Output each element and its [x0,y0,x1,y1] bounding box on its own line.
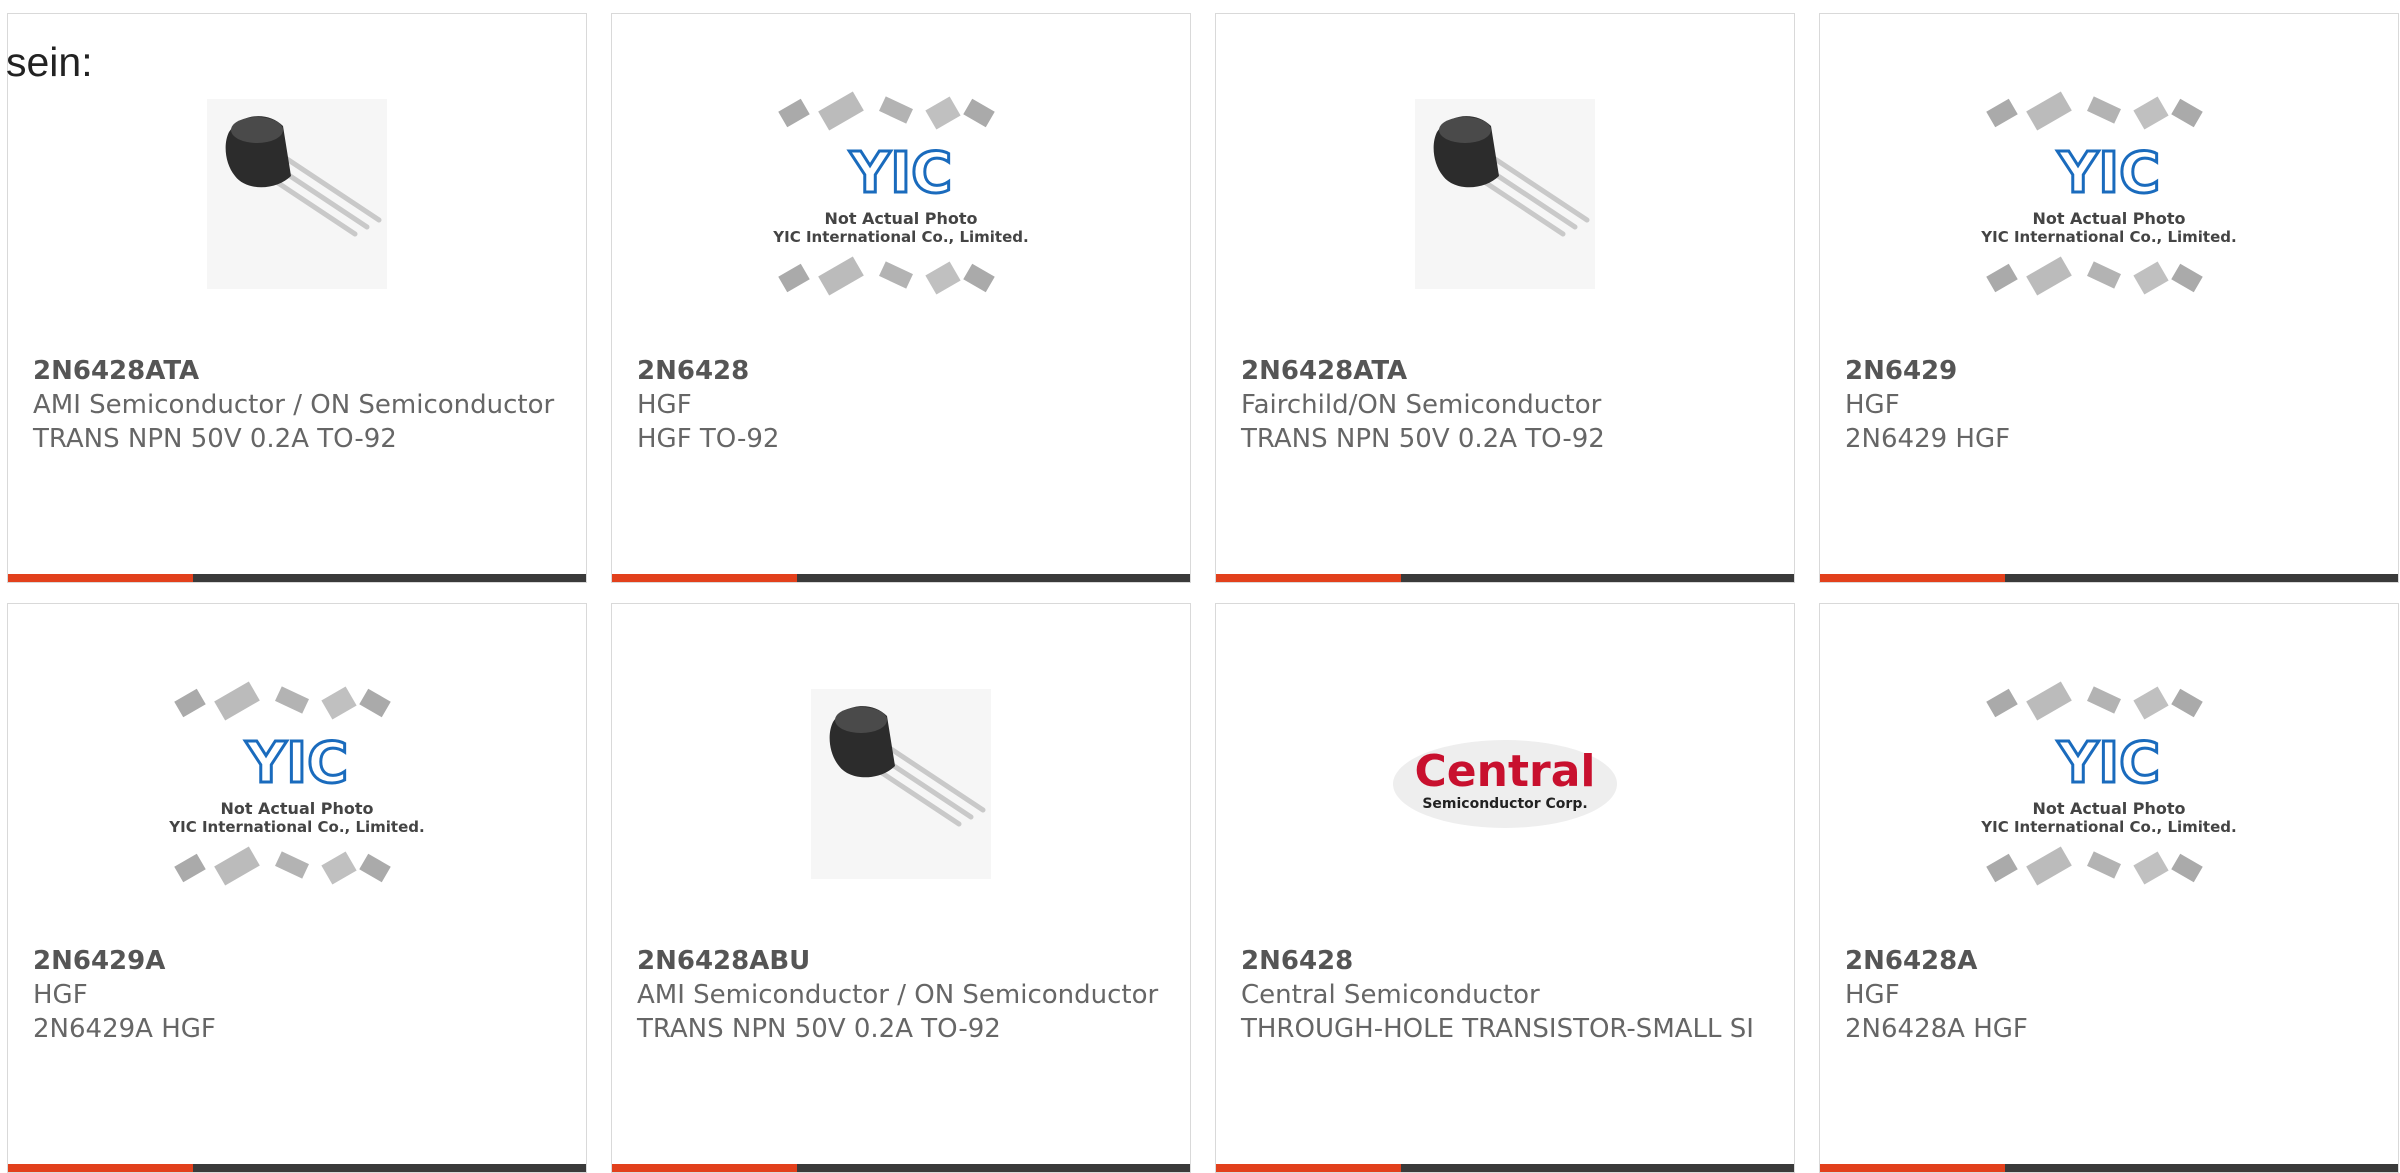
svg-text:Not Actual Photo: Not Actual Photo [220,799,373,818]
description: TRANS NPN 50V 0.2A TO-92 [33,424,397,454]
product-card[interactable]: 2N6428ABU AMI Semiconductor / ON Semicond… [611,603,1191,1173]
yic-placeholder-image: YIC Not Actual PhotoYIC International Co.… [1980,91,2237,296]
svg-text:Central: Central [1415,746,1596,797]
svg-text:Not Actual Photo: Not Actual Photo [2032,209,2185,228]
product-card[interactable]: 2N6428ATA AMI Semiconductor / ON Semicond… [7,13,587,583]
transistor-icon [207,99,387,289]
description: TRANS NPN 50V 0.2A TO-92 [637,1014,1001,1044]
part-number[interactable]: 2N6428 [637,354,1165,388]
product-image[interactable] [157,74,437,314]
part-number[interactable]: 2N6428ATA [33,354,561,388]
intro-text: sein: [6,39,93,85]
product-image[interactable]: YIC Not Actual Photo YIC International Co.… [761,74,1041,314]
manufacturer: Central Semiconductor [1241,980,1540,1010]
card-accent-bar [1216,1164,1794,1172]
description: TRANS NPN 50V 0.2A TO-92 [1241,424,1605,454]
card-accent-bar [1820,574,2398,582]
svg-text:YIC: YIC [2057,141,2160,206]
svg-text:YIC International Co., Limited: YIC International Co., Limited. [772,228,1028,246]
part-number[interactable]: 2N6428ABU [637,944,1165,978]
product-image[interactable] [1365,74,1645,314]
product-card[interactable]: Central Semiconductor Corp. 2N6428 Central … [1215,603,1795,1173]
part-number[interactable]: 2N6429 [1845,354,2373,388]
description: 2N6428A HGF [1845,1014,2028,1044]
card-accent-bar [8,574,586,582]
card-accent-bar [612,1164,1190,1172]
product-card[interactable]: YIC Not Actual Photo YIC International Co.… [1819,603,2399,1173]
svg-text:YIC: YIC [245,731,348,796]
product-card[interactable]: YIC Not Actual Photo YIC International Co.… [7,603,587,1173]
part-number[interactable]: 2N6428 [1241,944,1769,978]
card-accent-bar [612,574,1190,582]
description: THROUGH-HOLE TRANSISTOR-SMALL SI [1241,1014,1754,1044]
manufacturer: HGF [637,390,692,420]
manufacturer: HGF [1845,980,1900,1010]
part-number[interactable]: 2N6428ATA [1241,354,1769,388]
card-accent-bar [1820,1164,2398,1172]
description: 2N6429 HGF [1845,424,2011,454]
yic-placeholder-image: YIC Not Actual PhotoYIC International Co.… [1980,681,2237,886]
transistor-icon [811,689,991,879]
svg-text:YIC International Co., Limited: YIC International Co., Limited. [1980,228,2236,246]
svg-text:Semiconductor Corp.: Semiconductor Corp. [1422,796,1587,812]
description: HGF TO-92 [637,424,780,454]
description: 2N6429A HGF [33,1014,216,1044]
part-number[interactable]: 2N6429A [33,944,561,978]
svg-text:YIC: YIC [2057,731,2160,796]
product-image[interactable] [761,664,1041,904]
product-image[interactable]: YIC Not Actual Photo YIC International Co.… [1969,664,2249,904]
svg-text:YIC: YIC [849,141,952,206]
manufacturer: Fairchild/ON Semiconductor [1241,390,1602,420]
manufacturer: HGF [33,980,88,1010]
product-card[interactable]: YIC Not Actual Photo YIC International Co.… [1819,13,2399,583]
central-logo: CentralSemiconductor Corp. [1393,740,1617,828]
svg-text:YIC International Co., Limited: YIC International Co., Limited. [1980,818,2236,836]
product-image[interactable]: YIC Not Actual Photo YIC International Co.… [157,664,437,904]
svg-text:YIC International Co., Limited: YIC International Co., Limited. [168,818,424,836]
manufacturer: AMI Semiconductor / ON Semiconductor [33,390,555,420]
product-image[interactable]: YIC Not Actual Photo YIC International Co.… [1969,74,2249,314]
product-card[interactable]: YIC Not Actual Photo YIC International Co.… [611,13,1191,583]
svg-text:Not Actual Photo: Not Actual Photo [2032,799,2185,818]
card-accent-bar [1216,574,1794,582]
part-number[interactable]: 2N6428A [1845,944,2373,978]
transistor-icon [1415,99,1595,289]
product-card[interactable]: 2N6428ATA Fairchild/ON Semiconductor TRANS… [1215,13,1795,583]
product-image[interactable]: Central Semiconductor Corp. [1365,664,1645,904]
manufacturer: HGF [1845,390,1900,420]
card-accent-bar [8,1164,586,1172]
svg-text:Not Actual Photo: Not Actual Photo [824,209,977,228]
manufacturer: AMI Semiconductor / ON Semiconductor [637,980,1159,1010]
yic-placeholder-image: YIC Not Actual PhotoYIC International Co.… [772,91,1029,296]
yic-placeholder-image: YIC Not Actual PhotoYIC International Co.… [168,681,425,886]
product-grid: 2N6428ATA AMI Semiconductor / ON Semicond… [7,13,2399,1173]
